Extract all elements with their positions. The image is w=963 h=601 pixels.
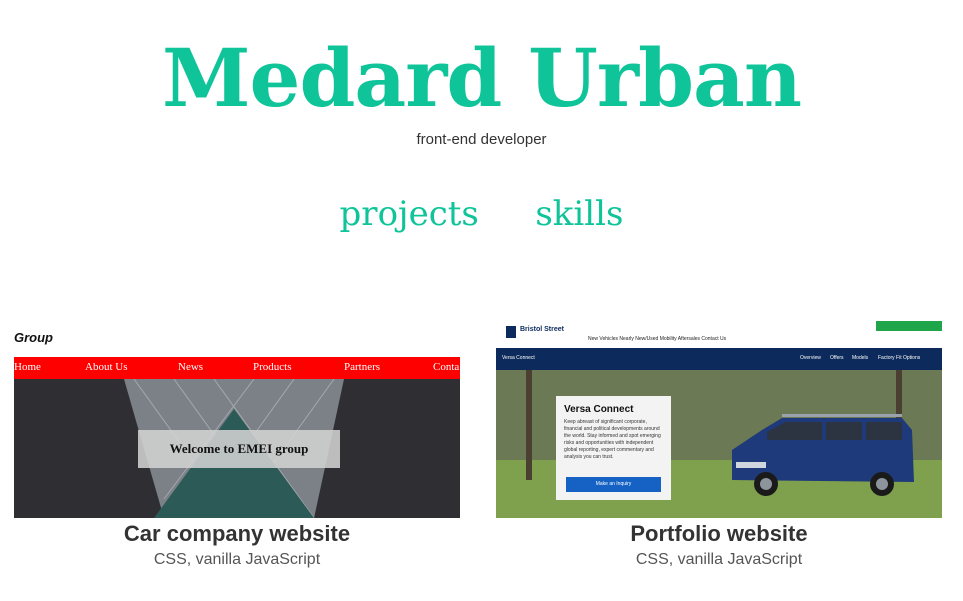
thumbnail-top-links: New Vehicles Nearly New/Used Mobility Af…	[588, 336, 727, 342]
thumbnail-nav-item: Factory Fit Options	[878, 355, 921, 361]
thumbnail-header: Group	[14, 318, 460, 356]
main-nav: projects skills	[0, 194, 963, 234]
project-title[interactable]: Portfolio website	[496, 520, 942, 548]
project-card: Group Home About Us News Products Partne…	[14, 318, 460, 569]
thumbnail-nav-bar: Versa Connect Overview Offers Models Fac…	[496, 348, 942, 370]
thumbnail-logo: Group	[14, 330, 53, 345]
thumbnail-nav-item: Versa Connect	[502, 355, 535, 361]
thumbnail-nav-item: Partners	[344, 361, 381, 373]
thumbnail-nav-item: Conta	[433, 361, 460, 373]
thumbnail-box-text: Keep abreast of significant corporate, f…	[564, 419, 661, 460]
shield-icon	[506, 326, 516, 338]
thumbnail-nav-item: Models	[852, 355, 869, 361]
project-tech: CSS, vanilla JavaScript	[635, 551, 803, 568]
van-graphic	[732, 414, 914, 496]
nav-projects-link[interactable]: projects	[340, 194, 479, 234]
thumbnail-info-box: Versa Connect Keep abreast of significan…	[556, 396, 671, 500]
thumbnail-header: Bristol Street New Vehicles Nearly New/U…	[496, 318, 942, 348]
project-card: Bristol Street New Vehicles Nearly New/U…	[496, 318, 942, 569]
site-subtitle: front-end developer	[416, 131, 547, 148]
thumbnail-nav-item: Overview	[800, 355, 821, 361]
project-title[interactable]: Car company website	[14, 520, 460, 548]
thumbnail-nav-item: Products	[253, 361, 292, 373]
site-title: Medard Urban	[161, 31, 802, 125]
thumbnail-inquiry-button: Make an Inquiry	[566, 477, 661, 492]
project-thumbnail[interactable]: Group Home About Us News Products Partne…	[14, 318, 460, 518]
project-thumbnail[interactable]: Bristol Street New Vehicles Nearly New/U…	[496, 318, 942, 518]
project-tech: CSS, vanilla JavaScript	[153, 551, 321, 568]
thumbnail-nav-item: Home	[14, 361, 41, 373]
thumbnail-nav-item: News	[178, 361, 204, 373]
thumbnail-nav-item: About Us	[85, 361, 128, 373]
thumbnail-welcome-banner: Welcome to EMEI group	[138, 430, 340, 468]
thumbnail-nav-bar: Home About Us News Products Partners Con…	[14, 357, 460, 379]
thumbnail-logo: Bristol Street	[520, 326, 564, 333]
thumbnail-nav-item: Offers	[830, 355, 844, 361]
thumbnail-call-button	[876, 321, 942, 331]
nav-skills-link[interactable]: skills	[535, 194, 623, 234]
thumbnail-box-title: Versa Connect	[564, 404, 634, 415]
